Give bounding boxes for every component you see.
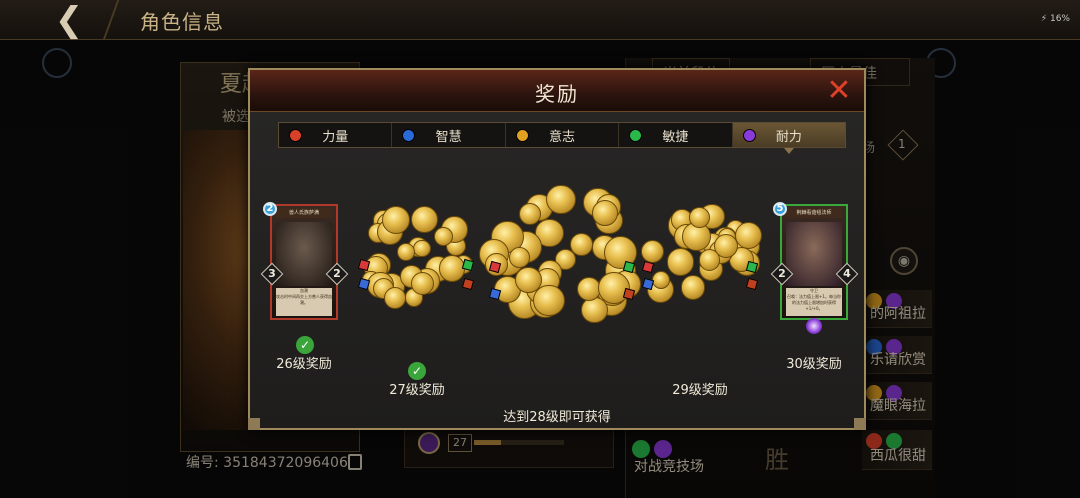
coin-icon <box>640 239 665 264</box>
page-title: 角色信息 <box>140 10 224 34</box>
card-rules-text: 攻击时中间再交上方兽人获得血潮。 <box>276 294 332 305</box>
reward-card[interactable]: 兽人氏族萨满 血潮 攻击时中间再交上方兽人获得血潮。 <box>270 204 338 320</box>
tab-will[interactable]: 意志 <box>506 123 620 147</box>
dialog-title: 奖励 <box>535 82 579 106</box>
coin-icon <box>533 284 565 317</box>
frame-corner <box>248 418 260 430</box>
card-left-stat: 3 <box>268 267 276 280</box>
glow-icon <box>806 318 822 334</box>
tab-strength[interactable]: 力量 <box>279 123 393 147</box>
reward-label: 26级奖励 <box>276 357 332 372</box>
tab-endurance[interactable]: 耐力 <box>732 123 846 154</box>
close-x-icon: ✕ <box>826 73 852 108</box>
coin-icon <box>519 202 542 226</box>
card-title: 兽人氏族萨满 <box>276 208 332 218</box>
strength-icon <box>289 129 302 142</box>
gem-icon <box>641 260 654 273</box>
tab-agility[interactable]: 敏捷 <box>619 123 733 147</box>
card-left-stat: 2 <box>778 267 786 280</box>
top-bar: ❮ 角色信息 ⚡ 16% <box>0 0 1080 40</box>
tab-wisdom[interactable]: 智慧 <box>392 123 506 147</box>
coin-icon <box>434 226 454 246</box>
unlock-hint: 达到28级即可获得 <box>503 410 611 425</box>
divider <box>102 0 120 40</box>
card-title: 荆棘看菇毯法师 <box>786 208 842 218</box>
wisdom-icon <box>402 129 416 142</box>
claimed-check-icon: ✓ <box>296 336 314 354</box>
coin-icon <box>546 184 576 214</box>
gem-icon <box>357 277 370 290</box>
back-button[interactable]: ❮ <box>34 2 104 38</box>
card-right-stat: 2 <box>333 267 341 280</box>
coin-icon <box>651 270 670 289</box>
endurance-icon <box>742 129 756 142</box>
coin-icon <box>383 286 407 310</box>
claimed-check-icon: ✓ <box>408 362 426 380</box>
reward-dialog: 奖励 ✕ 力量 智慧 意志 敏捷 耐力 兽人氏族萨满 血潮 攻击时中间再交上方兽… <box>248 68 866 430</box>
reward-label: 27级奖励 <box>389 383 445 398</box>
card-text: 血潮 攻击时中间再交上方兽人获得血潮。 <box>276 288 332 316</box>
coin-icon <box>666 248 695 277</box>
dialog-header: 奖励 ✕ <box>250 70 864 112</box>
coin-icon <box>699 249 721 271</box>
gem-icon <box>622 287 635 300</box>
card-art <box>276 222 332 286</box>
coin-icon <box>381 206 410 235</box>
coin-icon <box>411 206 439 234</box>
coin-icon <box>591 199 619 226</box>
coin-icon <box>689 207 710 229</box>
reward-label: 30级奖励 <box>786 357 842 372</box>
coin-icon <box>570 233 594 256</box>
coin-icon <box>413 239 431 258</box>
coin-icon <box>680 275 706 300</box>
close-button[interactable]: ✕ <box>824 76 854 106</box>
card-text: 守卫 召唤：法力值上限+1。每当你的法力值上限增加时获得+1/+0。 <box>786 288 842 316</box>
card-cost: 5 <box>773 202 787 216</box>
attribute-tabs: 力量 智慧 意志 敏捷 耐力 <box>278 122 846 154</box>
coin-icon <box>509 247 530 268</box>
card-right-stat: 4 <box>843 267 851 280</box>
reward-card[interactable]: 荆棘看菇毯法师 守卫 召唤：法力值上限+1。每当你的法力值上限增加时获得+1/+… <box>780 204 848 320</box>
frame-corner <box>854 418 866 430</box>
coin-icon <box>411 272 434 296</box>
battery-status: ⚡ 16% <box>1040 14 1070 24</box>
coin-icon <box>397 243 416 261</box>
reward-label: 29级奖励 <box>672 383 728 398</box>
will-icon <box>515 129 529 142</box>
back-chevron-icon: ❮ <box>54 0 84 40</box>
card-cost: 2 <box>263 202 277 216</box>
card-rules-text: 召唤：法力值上限+1。每当你的法力值上限增加时获得+1/+0。 <box>787 294 841 311</box>
agility-icon <box>629 129 643 142</box>
gem-icon <box>746 278 759 291</box>
gem-icon <box>462 277 475 290</box>
card-art <box>786 222 842 286</box>
